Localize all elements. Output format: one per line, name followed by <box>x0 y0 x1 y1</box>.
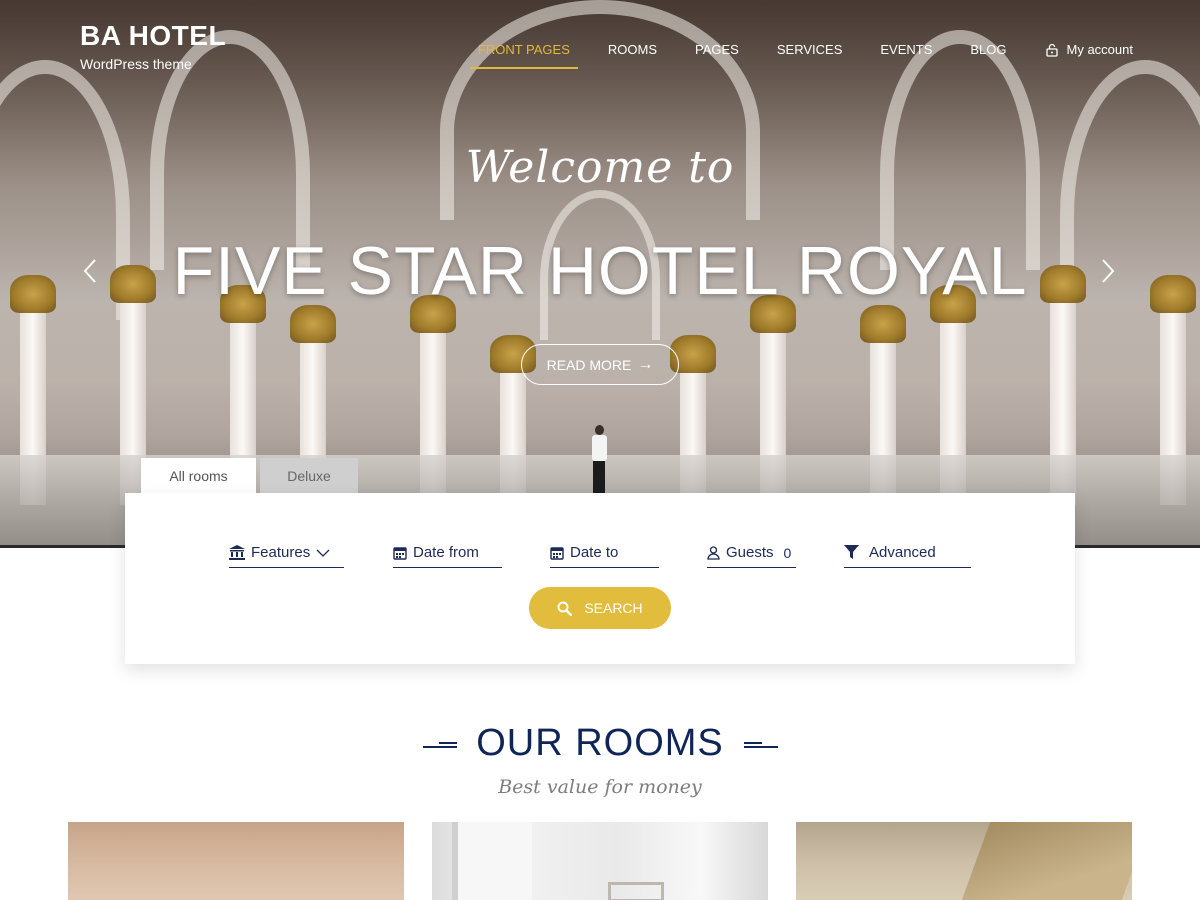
search-button[interactable]: SEARCH <box>529 587 671 629</box>
read-more-button[interactable]: READ MORE → <box>521 344 679 385</box>
chevron-right-icon <box>1102 259 1115 283</box>
hero-welcome: Welcome to <box>465 142 735 193</box>
section-subtitle: Best value for money <box>498 776 702 798</box>
room-card-image[interactable] <box>796 822 1132 900</box>
read-more-label: READ MORE <box>546 356 632 373</box>
calendar-icon <box>550 546 564 560</box>
guests-field[interactable]: Guests 0 <box>707 538 796 568</box>
nav-item-pages[interactable]: PAGES <box>695 42 739 63</box>
date-to-label: Date to <box>570 544 619 561</box>
room-card-image[interactable] <box>68 822 404 900</box>
chevron-down-icon <box>316 549 330 557</box>
arrow-right-icon: → <box>637 355 654 373</box>
features-dropdown[interactable]: Features <box>229 538 344 568</box>
site-brand[interactable]: BA HOTEL WordPress theme <box>80 20 226 72</box>
date-to-field[interactable]: Date to <box>550 538 659 568</box>
nav-item-blog[interactable]: BLOG <box>970 42 1006 63</box>
guests-label: Guests <box>726 544 774 561</box>
advanced-label: Advanced <box>869 544 936 561</box>
main-nav: FRONT PAGES ROOMS PAGES SERVICES EVENTS … <box>440 42 1133 69</box>
search-tabs: All rooms Deluxe <box>141 458 362 494</box>
tab-all-rooms[interactable]: All rooms <box>141 458 256 494</box>
chevron-left-icon <box>83 259 96 283</box>
bank-icon <box>229 545 245 560</box>
search-panel: Features Date from Date to Guests 0 Adva… <box>125 493 1075 664</box>
features-label: Features <box>251 544 311 561</box>
my-account-link[interactable]: My account <box>1045 42 1133 63</box>
tab-deluxe[interactable]: Deluxe <box>260 458 358 494</box>
room-card-image[interactable] <box>432 822 768 900</box>
section-title: OUR ROOMS <box>476 722 724 764</box>
filter-icon <box>844 545 859 559</box>
calendar-icon <box>393 546 407 560</box>
nav-item-front-pages[interactable]: FRONT PAGES <box>469 42 578 69</box>
hero-person <box>590 425 608 493</box>
slider-next-button[interactable] <box>1098 258 1118 290</box>
site-title: BA HOTEL <box>80 20 227 51</box>
date-from-label: Date from <box>413 544 479 561</box>
title-decoration-right <box>744 742 778 750</box>
site-tagline: WordPress theme <box>80 56 192 72</box>
lock-icon <box>1045 43 1058 57</box>
guests-count: 0 <box>783 544 792 561</box>
advanced-filter[interactable]: Advanced <box>844 538 971 568</box>
slider-prev-button[interactable] <box>80 258 100 290</box>
date-from-field[interactable]: Date from <box>393 538 502 568</box>
search-icon <box>557 601 573 616</box>
search-button-label: SEARCH <box>584 600 643 616</box>
nav-item-rooms[interactable]: ROOMS <box>608 42 657 63</box>
nav-item-services[interactable]: SERVICES <box>777 42 843 63</box>
my-account-label: My account <box>1066 42 1133 57</box>
nav-item-events[interactable]: EVENTS <box>880 42 932 63</box>
user-icon <box>707 545 720 560</box>
hero-headline: FIVE STAR HOTEL ROYAL <box>172 233 1028 309</box>
